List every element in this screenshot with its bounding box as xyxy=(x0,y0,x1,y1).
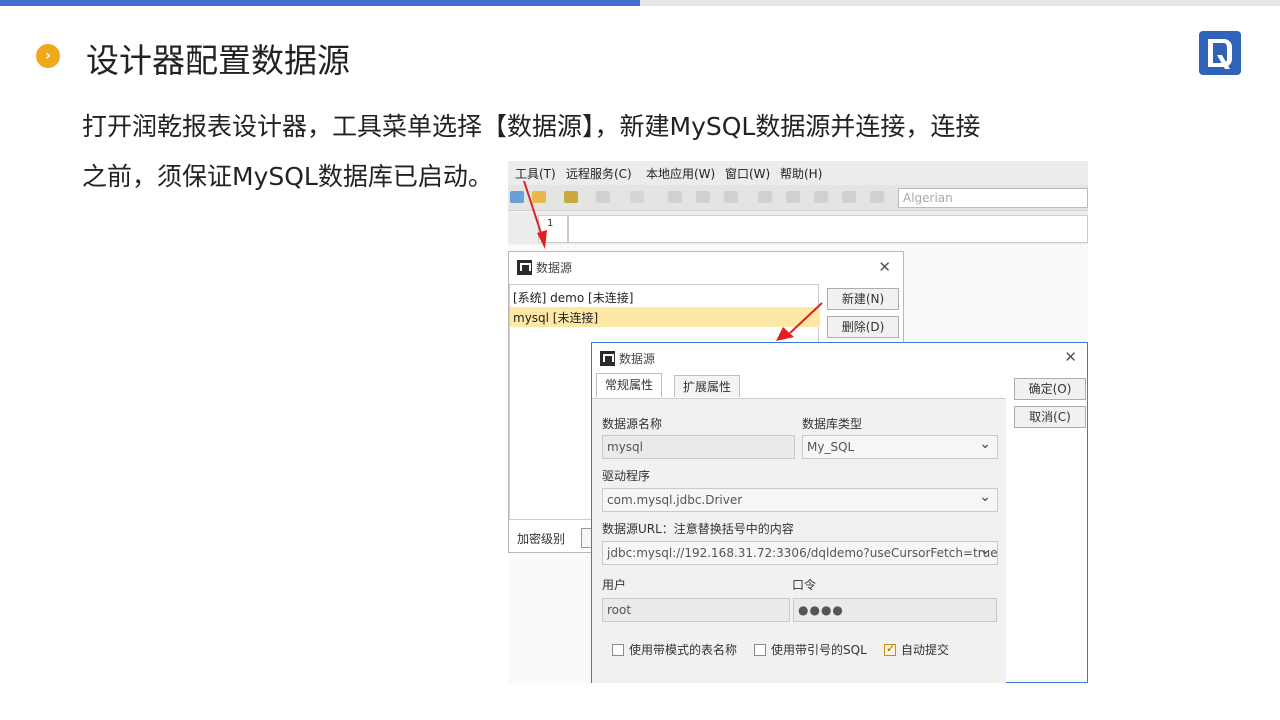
toolbar: Algerian xyxy=(508,185,1088,211)
driver-select[interactable]: com.mysql.jdbc.Driver xyxy=(602,488,998,512)
menu-bar: 工具(T) 远程服务(C) 本地应用(W) 窗口(W) 帮助(H) xyxy=(508,161,1088,185)
bold-icon[interactable] xyxy=(668,191,682,203)
app-icon xyxy=(517,260,532,275)
dbtype-label: 数据库类型 xyxy=(802,417,863,431)
align-center-icon[interactable] xyxy=(786,191,800,203)
checkbox-icon[interactable] xyxy=(754,644,766,656)
page-title: 设计器配置数据源 xyxy=(86,41,350,80)
encrypt-level-label: 加密级别 xyxy=(517,532,566,546)
menu-window[interactable]: 窗口(W) xyxy=(725,165,770,182)
arrow-to-properties-dialog xyxy=(776,302,823,341)
user-input[interactable]: root xyxy=(602,598,790,622)
general-panel: 数据源名称 mysql 数据库类型 My_SQL 驱动程序 com.mysql.… xyxy=(592,398,1006,683)
save-icon[interactable] xyxy=(596,191,610,203)
name-input[interactable]: mysql xyxy=(602,435,795,459)
user-label: 用户 xyxy=(602,578,627,592)
close-icon[interactable]: ✕ xyxy=(1064,348,1077,366)
new-button[interactable]: 新建(N) xyxy=(827,288,899,310)
raqsoft-logo xyxy=(1199,31,1241,75)
dialog-title: 数据源 xyxy=(600,350,655,367)
chevron-right-icon: › xyxy=(36,44,60,68)
url-label: 数据源URL：注意替换括号中的内容 xyxy=(602,522,794,536)
name-label: 数据源名称 xyxy=(602,417,663,431)
preview-icon[interactable] xyxy=(630,191,644,203)
cancel-button[interactable]: 取消(C) xyxy=(1014,406,1086,428)
merge-icon[interactable] xyxy=(870,191,884,203)
underline-icon[interactable] xyxy=(724,191,738,203)
progress-bar-filled xyxy=(0,0,640,6)
designer-screenshot: 工具(T) 远程服务(C) 本地应用(W) 窗口(W) 帮助(H) Algeri… xyxy=(508,161,1088,683)
tab-general[interactable]: 常规属性 xyxy=(596,373,663,397)
open-recent-icon[interactable] xyxy=(564,191,578,203)
datasource-properties-dialog: 数据源 ✕ 常规属性 扩展属性 确定(O) 取消(C) 数据源名称 mysql … xyxy=(591,342,1088,683)
formula-bar: 1 xyxy=(508,212,1088,244)
close-icon[interactable]: ✕ xyxy=(878,258,891,276)
password-label: 口令 xyxy=(792,578,817,592)
progress-bar-track xyxy=(640,0,1280,6)
app-icon xyxy=(600,351,615,366)
autocommit-checkbox[interactable]: 自动提交 xyxy=(884,641,949,658)
justify-icon[interactable] xyxy=(842,191,856,203)
schema-table-checkbox[interactable]: 使用带模式的表名称 xyxy=(612,641,737,658)
password-input[interactable]: ●●●● xyxy=(793,598,997,622)
url-select[interactable]: jdbc:mysql://192.168.31.72:3306/dqldemo?… xyxy=(602,541,998,565)
driver-label: 驱动程序 xyxy=(602,469,651,483)
menu-remote[interactable]: 远程服务(C) xyxy=(566,165,632,182)
checkbox-checked-icon[interactable] xyxy=(884,642,896,656)
description-line-2: 之前，须保证MySQL数据库已启动。 xyxy=(82,162,493,191)
align-left-icon[interactable] xyxy=(758,191,772,203)
dialog-title: 数据源 xyxy=(517,259,572,276)
tab-extended[interactable]: 扩展属性 xyxy=(674,375,741,397)
menu-local-app[interactable]: 本地应用(W) xyxy=(646,165,715,182)
ok-button[interactable]: 确定(O) xyxy=(1014,378,1086,400)
align-right-icon[interactable] xyxy=(814,191,828,203)
arrow-to-tools-menu xyxy=(523,180,547,249)
checkbox-icon[interactable] xyxy=(612,644,624,656)
delete-button[interactable]: 删除(D) xyxy=(827,316,899,338)
description-line-1: 打开润乾报表设计器，工具菜单选择【数据源】，新建MySQL数据源并连接，连接 xyxy=(82,112,981,141)
italic-icon[interactable] xyxy=(696,191,710,203)
formula-input[interactable] xyxy=(568,215,1088,243)
menu-help[interactable]: 帮助(H) xyxy=(780,165,822,182)
quoted-sql-checkbox[interactable]: 使用带引号的SQL xyxy=(754,641,867,658)
dbtype-select[interactable]: My_SQL xyxy=(802,435,998,459)
font-select[interactable]: Algerian xyxy=(898,188,1088,208)
